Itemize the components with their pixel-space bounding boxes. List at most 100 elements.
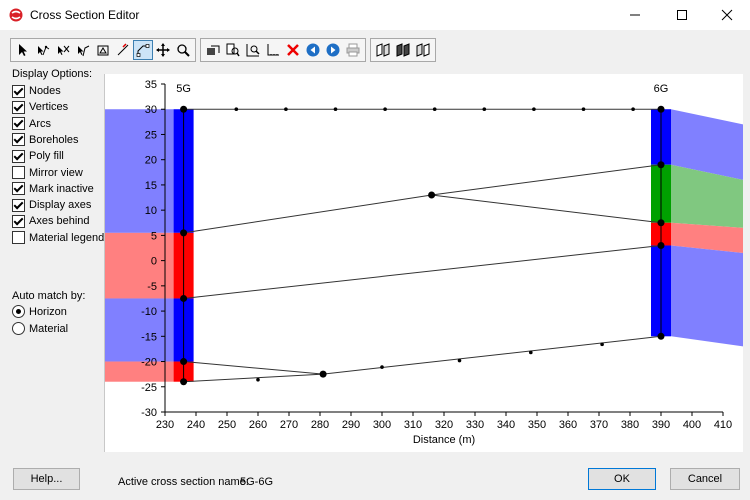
delete-vertex-button[interactable]: [53, 40, 73, 60]
radio-horizon[interactable]: Horizon: [12, 305, 67, 318]
cancel-button[interactable]: Cancel: [670, 468, 740, 490]
ok-button[interactable]: OK: [588, 468, 656, 490]
arc-vertex[interactable]: [631, 107, 635, 112]
print-button[interactable]: [343, 40, 363, 60]
create-arc-button[interactable]: [113, 40, 133, 60]
arc-node[interactable]: [319, 370, 327, 378]
frame-button[interactable]: [203, 40, 223, 60]
tool-group-edit: [10, 38, 196, 62]
x-tick-label: 260: [249, 419, 267, 431]
cross-section-plot[interactable]: 35 30 25 20 15 10 5 0 -5 -10 -15 -20 -25 -30 230 240 250…: [104, 74, 743, 452]
checkbox-poly-fill[interactable]: Poly fill: [12, 149, 64, 163]
display-options-title: Display Options:: [12, 68, 93, 80]
active-section-value: 5G-6G: [240, 476, 274, 488]
checkbox-box[interactable]: [12, 182, 25, 196]
delete-icon: [287, 44, 299, 56]
arc-node[interactable]: [657, 219, 665, 227]
arc-node[interactable]: [180, 229, 188, 237]
checkbox-label: Vertices: [29, 101, 69, 114]
radio-material[interactable]: Material: [12, 322, 68, 335]
split-arc-button[interactable]: [73, 40, 93, 60]
arc-node[interactable]: [180, 105, 188, 113]
arc-vertex[interactable]: [432, 107, 437, 112]
previous-section-button[interactable]: [303, 40, 323, 60]
arc-vertex[interactable]: [380, 365, 384, 369]
arc-node[interactable]: [180, 294, 188, 302]
checkbox-box[interactable]: [12, 198, 25, 212]
arc-node[interactable]: [180, 358, 188, 366]
checkbox-arcs[interactable]: Arcs: [12, 117, 51, 131]
horizon-arc[interactable]: [431, 194, 662, 224]
checkbox-material-legend[interactable]: Material legend: [12, 231, 104, 245]
delete-button[interactable]: [283, 40, 303, 60]
select-tool-button[interactable]: [13, 40, 33, 60]
radio-circle[interactable]: [12, 305, 25, 318]
arc-node[interactable]: [428, 191, 436, 199]
arc-vertex[interactable]: [457, 358, 462, 363]
checkbox-box[interactable]: [12, 231, 25, 245]
x-tick-label: 380: [621, 419, 639, 431]
section-both-button[interactable]: [393, 40, 413, 60]
checkbox-box[interactable]: [12, 149, 25, 163]
checkbox-display-axes[interactable]: Display axes: [12, 198, 91, 212]
find-button[interactable]: [223, 40, 243, 60]
arc-node[interactable]: [180, 378, 188, 386]
arc-vertex[interactable]: [529, 350, 533, 355]
checkbox-box[interactable]: [12, 100, 25, 114]
arc-vertex[interactable]: [234, 107, 239, 112]
section-right-button[interactable]: [413, 40, 433, 60]
select-vertex-button[interactable]: [33, 40, 53, 60]
radio-circle[interactable]: [12, 322, 25, 335]
arc-node[interactable]: [657, 332, 665, 340]
maximize-button[interactable]: [659, 0, 705, 30]
borehole-label: 5G: [176, 83, 191, 95]
draw-arc-button[interactable]: [133, 40, 153, 60]
minimize-button[interactable]: [612, 0, 658, 30]
next-section-button[interactable]: [323, 40, 343, 60]
checkbox-axes-behind[interactable]: Axes behind: [12, 214, 90, 228]
arc-vertex[interactable]: [600, 342, 604, 347]
checkbox-box[interactable]: [12, 166, 25, 179]
checkbox-box[interactable]: [12, 84, 25, 98]
y-tick-label: 15: [145, 180, 157, 192]
axes-icon: [267, 44, 279, 56]
close-button[interactable]: [704, 0, 750, 30]
arc-vertex[interactable]: [333, 107, 338, 112]
horizon-arc[interactable]: [183, 244, 662, 299]
checkbox-box[interactable]: [12, 133, 25, 147]
title-bar: Cross Section Editor: [0, 0, 750, 30]
help-button[interactable]: Help...: [13, 468, 80, 490]
checkbox-vertices[interactable]: Vertices: [12, 100, 68, 114]
x-tick-label: 250: [218, 419, 236, 431]
arc-node[interactable]: [657, 105, 665, 113]
pan-button[interactable]: [153, 40, 173, 60]
arc-node[interactable]: [657, 241, 665, 249]
checkbox-label: Display axes: [29, 199, 92, 212]
axes-button[interactable]: [263, 40, 283, 60]
horizon-arc[interactable]: [183, 373, 324, 383]
horizon-arc[interactable]: [183, 164, 662, 234]
arrow-pointer-icon: [19, 44, 27, 56]
section-left-button[interactable]: [373, 40, 393, 60]
cross-section-chart[interactable]: 35 30 25 20 15 10 5 0 -5 -10 -15 -20 -25 -30230 240 250…: [105, 74, 743, 452]
checkbox-mirror-view[interactable]: Mirror view: [12, 166, 83, 180]
checkbox-mark-inactive[interactable]: Mark inactive: [12, 182, 94, 196]
arc-vertex[interactable]: [256, 377, 260, 382]
y-tick-label: 20: [145, 155, 157, 167]
checkbox-box[interactable]: [12, 117, 25, 131]
arc-vertex[interactable]: [581, 107, 586, 112]
arc-vertex[interactable]: [383, 107, 387, 112]
checkbox-box[interactable]: [12, 214, 25, 228]
x-tick-label: 360: [559, 419, 577, 431]
zoom-button[interactable]: [173, 40, 193, 60]
checkbox-nodes[interactable]: Nodes: [12, 84, 61, 98]
arc-vertex[interactable]: [482, 107, 487, 112]
zoom-extents-button[interactable]: [243, 40, 263, 60]
horizon-arc[interactable]: [183, 335, 662, 375]
arc-vertex[interactable]: [532, 107, 536, 112]
arc-node[interactable]: [657, 161, 665, 169]
checkbox-boreholes[interactable]: Boreholes: [12, 133, 79, 147]
x-tick-label: 240: [187, 419, 205, 431]
arc-vertex[interactable]: [284, 107, 288, 112]
select-polygon-button[interactable]: [93, 40, 113, 60]
